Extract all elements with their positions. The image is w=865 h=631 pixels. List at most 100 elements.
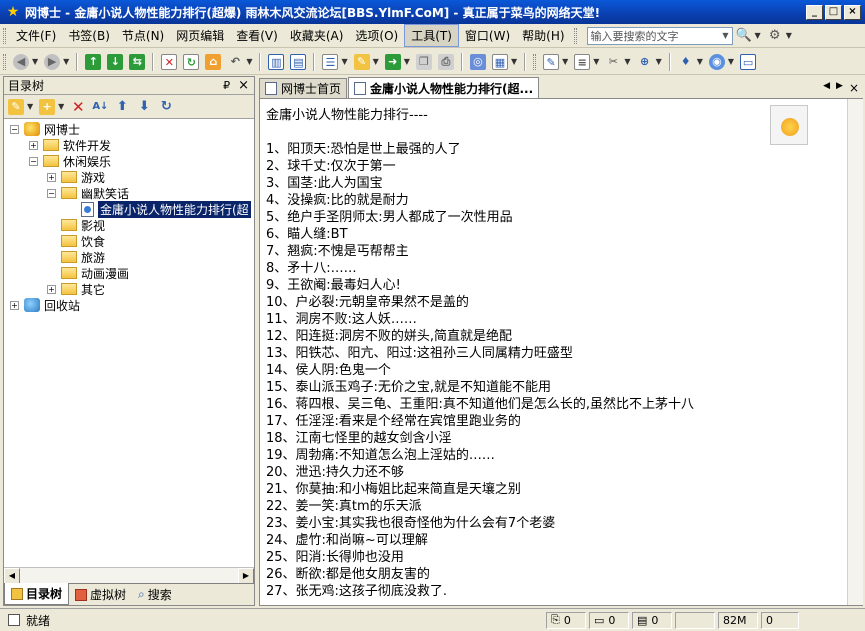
tree-new-folder-dropdown-icon[interactable]: ▼ xyxy=(58,102,64,111)
collapse-icon[interactable]: − xyxy=(10,124,19,134)
tab-article[interactable]: 金庸小说人物性能力排行(超... xyxy=(348,77,540,98)
grid-dropdown-icon[interactable]: ▼ xyxy=(511,57,517,66)
delete-icon[interactable]: ✕ xyxy=(161,53,178,70)
scroll-left-icon[interactable]: ◀ xyxy=(4,567,20,584)
undo-dropdown-icon[interactable]: ▼ xyxy=(246,57,252,66)
content-vertical-scrollbar[interactable] xyxy=(847,99,863,605)
tree-refresh-icon[interactable]: ↻ xyxy=(158,99,174,115)
tools-icon[interactable]: ✂ xyxy=(605,54,621,70)
export-dropdown-icon[interactable]: ▼ xyxy=(373,57,379,66)
tree-node-root[interactable]: − 网博士 xyxy=(10,121,80,137)
zoom-dropdown-icon[interactable]: ▼ xyxy=(656,57,662,66)
tree-props-icon[interactable]: ✎ xyxy=(8,98,24,115)
expand-icon[interactable]: + xyxy=(10,300,19,310)
back-dropdown-icon[interactable]: ▼ xyxy=(32,57,38,66)
panel-close-icon[interactable]: × xyxy=(238,78,249,93)
tab-home[interactable]: 网博士首页 xyxy=(259,78,348,98)
search-grip[interactable] xyxy=(573,27,577,44)
maximize-button[interactable]: □ xyxy=(825,4,842,20)
view-icon[interactable]: ▤ xyxy=(290,53,307,70)
menu-window[interactable]: 窗口(W) xyxy=(459,25,516,46)
tab-search[interactable]: ⌕ 搜索 xyxy=(132,584,178,605)
home-icon[interactable]: ⌂ xyxy=(205,53,222,70)
globe-dropdown-icon[interactable]: ▼ xyxy=(728,57,734,66)
tree-node-recycle[interactable]: + 回收站 xyxy=(10,297,80,313)
tree-sort-icon[interactable]: A↓ xyxy=(92,99,108,115)
edit-icon[interactable]: ✎ xyxy=(543,53,560,70)
menu-tools[interactable]: 工具(T) xyxy=(404,24,459,47)
menu-bookmarks[interactable]: 书签(B) xyxy=(62,25,116,46)
search-dropdown-icon[interactable]: ▼ xyxy=(722,31,728,40)
reload-icon[interactable]: ↻ xyxy=(183,53,200,70)
search-options-dropdown-icon[interactable]: ▼ xyxy=(786,31,792,40)
search-options-icon[interactable]: ⚙ xyxy=(764,26,786,46)
paint-icon[interactable]: ♦ xyxy=(678,54,694,70)
tree-new-folder-icon[interactable]: + xyxy=(39,98,56,115)
tree-node-travel[interactable]: 旅游 xyxy=(61,249,105,265)
tab-virtual-tree[interactable]: 虚拟树 xyxy=(69,584,132,605)
folder-open-dropdown-icon[interactable]: ▼ xyxy=(341,57,347,66)
note-dropdown-icon[interactable]: ▼ xyxy=(593,57,599,66)
search-dropdown-icon[interactable]: ▼ xyxy=(755,31,761,40)
back-icon[interactable]: ◀ xyxy=(13,53,29,70)
paint-dropdown-icon[interactable]: ▼ xyxy=(697,57,703,66)
tree-move-up-icon[interactable]: ⬆ xyxy=(114,99,130,115)
menu-help[interactable]: 帮助(H) xyxy=(516,25,570,46)
tab-prev-icon[interactable]: ◀ xyxy=(823,81,830,95)
tree-node-anime[interactable]: 动画漫画 xyxy=(61,265,129,281)
edit-dropdown-icon[interactable]: ▼ xyxy=(562,57,568,66)
tree-node-article[interactable]: 金庸小说人物性能力排行(超 xyxy=(81,200,251,218)
export-icon[interactable]: ✎ xyxy=(353,53,370,70)
tree-move-down-icon[interactable]: ⬇ xyxy=(136,99,152,115)
menu-favorites[interactable]: 收藏夹(A) xyxy=(284,25,350,46)
minimize-button[interactable]: _ xyxy=(806,4,823,20)
copy-icon[interactable]: ❐ xyxy=(415,53,432,70)
tab-next-icon[interactable]: ▶ xyxy=(836,81,843,95)
tree-node-software[interactable]: + 软件开发 xyxy=(29,137,111,153)
grid-icon[interactable]: ▦ xyxy=(491,53,508,70)
menu-grip[interactable] xyxy=(3,27,6,44)
tree-node-leisure[interactable]: − 休闲娱乐 xyxy=(29,153,111,169)
menu-page-edit[interactable]: 网页编辑 xyxy=(170,25,230,46)
tree-horizontal-scrollbar[interactable]: ◀ ▶ xyxy=(4,567,254,584)
collapse-icon[interactable]: − xyxy=(47,188,56,198)
scroll-right-icon[interactable]: ▶ xyxy=(238,567,254,584)
menu-view[interactable]: 查看(V) xyxy=(230,25,284,46)
expand-icon[interactable]: + xyxy=(47,284,56,294)
save-dropdown-icon[interactable]: ▼ xyxy=(404,57,410,66)
up-green-icon[interactable]: ↑ xyxy=(85,53,102,70)
expand-icon[interactable]: + xyxy=(47,172,56,182)
folder-open-icon[interactable]: ☰ xyxy=(322,53,339,70)
window-icon[interactable]: ▭ xyxy=(740,53,757,70)
scroll-track[interactable] xyxy=(20,567,238,584)
tree-node-games[interactable]: + 游戏 xyxy=(47,169,105,185)
menu-options[interactable]: 选项(O) xyxy=(349,25,404,46)
note-icon[interactable]: ≡ xyxy=(574,53,591,70)
expand-icon[interactable]: + xyxy=(29,140,38,150)
tree-node-film[interactable]: 影视 xyxy=(61,217,105,233)
search-icon[interactable]: 🔍 xyxy=(733,26,755,46)
zoom-icon[interactable]: ⊕ xyxy=(637,54,653,70)
tab-close-icon[interactable]: × xyxy=(849,81,859,95)
menu-node[interactable]: 节点(N) xyxy=(116,25,170,46)
toolbar-grip[interactable] xyxy=(3,53,6,70)
close-button[interactable]: × xyxy=(844,4,861,20)
layout-icon[interactable]: ▥ xyxy=(268,53,285,70)
search-input[interactable]: 输入要搜索的文字 ▼ xyxy=(586,26,733,45)
toolbar-grip[interactable] xyxy=(533,53,537,70)
pin-icon[interactable]: ₽ xyxy=(223,79,230,92)
settings-icon[interactable]: ◎ xyxy=(469,53,486,70)
tools-dropdown-icon[interactable]: ▼ xyxy=(624,57,630,66)
undo-icon[interactable]: ↶ xyxy=(227,54,243,70)
tree-delete-icon[interactable]: ✕ xyxy=(70,99,86,115)
menu-file[interactable]: 文件(F) xyxy=(10,25,62,46)
tree-node-other[interactable]: + 其它 xyxy=(47,281,105,297)
refresh-green-icon[interactable]: ⇆ xyxy=(129,53,146,70)
print-icon[interactable]: ⎙ xyxy=(437,53,454,70)
forward-dropdown-icon[interactable]: ▼ xyxy=(63,57,69,66)
save-icon[interactable]: ➜ xyxy=(384,53,401,70)
tree-node-humor[interactable]: − 幽默笑话 xyxy=(47,185,129,201)
tree-props-dropdown-icon[interactable]: ▼ xyxy=(27,102,33,111)
collapse-icon[interactable]: − xyxy=(29,156,38,166)
down-green-icon[interactable]: ↓ xyxy=(107,53,124,70)
